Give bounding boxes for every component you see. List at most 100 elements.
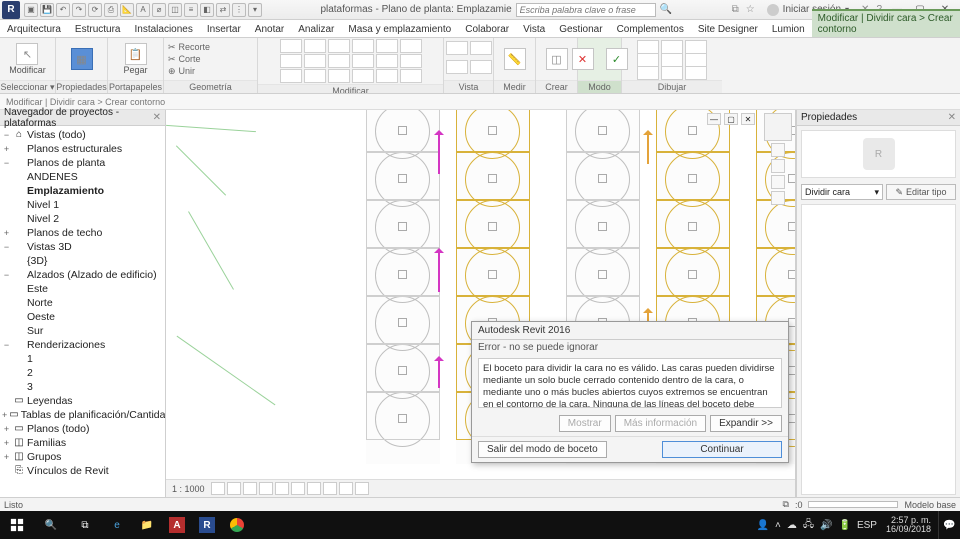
tree-node[interactable]: −⌂Vistas (todo) [0, 128, 165, 142]
tree-twisty[interactable]: − [2, 240, 11, 254]
qat-close-hidden-icon[interactable]: ◧ [200, 3, 214, 17]
tree-node[interactable]: Nivel 1 [0, 198, 165, 212]
finish-sketch-button[interactable]: ✕ [567, 48, 599, 70]
tree-twisty[interactable]: + [2, 422, 11, 436]
cut-icon[interactable]: ✂ [168, 54, 176, 65]
qat-section-icon[interactable]: ⌀ [152, 3, 166, 17]
elevation-marker[interactable] [438, 132, 440, 174]
crop-view-icon[interactable] [291, 482, 305, 495]
nav-home-icon[interactable] [771, 143, 785, 157]
subscription-icon[interactable]: ⧉ [729, 4, 742, 15]
tray-battery-icon[interactable]: 🔋 [838, 520, 850, 531]
qat-print-icon[interactable]: ⎙ [104, 3, 118, 17]
unhide-icon[interactable] [323, 482, 337, 495]
draw-more[interactable] [685, 66, 707, 80]
qat-sync-icon[interactable]: ⟳ [88, 3, 102, 17]
draw-rect[interactable] [637, 53, 659, 67]
modify-tool-17[interactable] [400, 54, 422, 68]
tree-twisty[interactable]: + [2, 450, 11, 464]
tree-twisty[interactable]: − [2, 338, 11, 352]
elevation-marker[interactable] [438, 358, 440, 388]
tree-twisty[interactable]: − [2, 156, 11, 170]
tree-node[interactable]: −Renderizaciones [0, 338, 165, 352]
tray-network-icon[interactable]: 🖧 [803, 517, 814, 534]
modify-tool-6[interactable] [304, 69, 326, 83]
tree-node[interactable]: +Planos estructurales [0, 142, 165, 156]
modify-tool-5[interactable] [304, 54, 326, 68]
visual-style-icon[interactable] [227, 482, 241, 495]
tab-gestionar[interactable]: Gestionar [552, 21, 609, 37]
tab-site-designer[interactable]: Site Designer [691, 21, 765, 37]
tab-analizar[interactable]: Analizar [291, 21, 341, 37]
canvas[interactable]: ◁▷ — ▢ ✕ Autodesk Revit 2016 Error - no … [166, 110, 795, 479]
tree-node[interactable]: +▭Planos (todo) [0, 422, 165, 436]
qat-redo-icon[interactable]: ↷ [72, 3, 86, 17]
modify-tool-7[interactable] [328, 39, 350, 53]
modify-tool-16[interactable] [400, 39, 422, 53]
tree-node[interactable]: Sur [0, 324, 165, 338]
favorite-icon[interactable]: ☆ [743, 4, 758, 15]
join-label[interactable]: Unir [179, 66, 196, 76]
type-selector[interactable]: Dividir cara▾ [801, 184, 883, 200]
dialog-expand-button[interactable]: Expandir >> [710, 415, 782, 432]
taskbar-autocad[interactable]: A [162, 511, 192, 539]
measure-button[interactable]: 📏 [499, 48, 531, 70]
modify-tool-button[interactable]: ↖Modificar [6, 43, 49, 75]
tab-insertar[interactable]: Insertar [200, 21, 248, 37]
modify-tool-2[interactable] [280, 54, 302, 68]
infocenter-icon[interactable]: 🔍 [660, 4, 672, 15]
taskbar-edge[interactable]: e [102, 511, 132, 539]
panel-title-seleccionar[interactable]: Seleccionar ▾ [0, 80, 55, 93]
tab-vista[interactable]: Vista [516, 21, 552, 37]
qat-switch-icon[interactable]: ⇄ [216, 3, 230, 17]
view-max-icon[interactable]: ▢ [724, 113, 738, 125]
taskbar-explorer[interactable]: 📁 [132, 511, 162, 539]
app-logo[interactable]: R [2, 1, 20, 19]
tab-complementos[interactable]: Complementos [610, 21, 691, 37]
tree-node[interactable]: +Planos de techo [0, 226, 165, 240]
task-view-button[interactable]: ⧉ [68, 511, 102, 539]
tree-node[interactable]: −Planos de planta [0, 156, 165, 170]
tab-colaborar[interactable]: Colaborar [458, 21, 516, 37]
tab-arquitectura[interactable]: Arquitectura [0, 21, 68, 37]
analytical-icon[interactable] [355, 482, 369, 495]
nav-pan-icon[interactable] [771, 175, 785, 189]
crop-region-icon[interactable] [307, 482, 321, 495]
modify-tool-15[interactable] [376, 69, 398, 83]
modify-tool-1[interactable] [280, 39, 302, 53]
tray-up-icon[interactable]: ˄ [775, 520, 781, 531]
qat-dropdown-icon[interactable]: ▾ [248, 3, 262, 17]
tree-node[interactable]: −Alzados (Alzado de edificio) [0, 268, 165, 282]
tray-onedrive-icon[interactable]: ☁ [787, 520, 797, 531]
join-icon[interactable]: ⊕ [168, 66, 176, 77]
qat-3d-icon[interactable]: ◫ [168, 3, 182, 17]
dialog-continue-button[interactable]: Continuar [662, 441, 782, 458]
modify-tool-14[interactable] [376, 54, 398, 68]
view-close-icon[interactable]: ✕ [741, 113, 755, 125]
tree-node[interactable]: Emplazamiento [0, 184, 165, 198]
tree-twisty[interactable]: + [2, 436, 11, 450]
modify-tool-11[interactable] [352, 54, 374, 68]
tree-node[interactable]: Nivel 2 [0, 212, 165, 226]
tree-node[interactable]: ANDENES [0, 170, 165, 184]
tab-context-modify[interactable]: Modificar | Dividir cara > Crear contorn… [812, 9, 960, 37]
properties-grid[interactable] [801, 204, 956, 495]
tree-node[interactable]: Oeste [0, 310, 165, 324]
tree-node[interactable]: 1 [0, 352, 165, 366]
tab-estructura[interactable]: Estructura [68, 21, 128, 37]
tree-node[interactable]: −Vistas 3D [0, 240, 165, 254]
detail-level-icon[interactable] [211, 482, 225, 495]
temp-hide-icon[interactable] [339, 482, 353, 495]
tree-node[interactable]: {3D} [0, 254, 165, 268]
view-scale[interactable]: 1 : 1000 [172, 484, 205, 494]
qat-save-icon[interactable]: 💾 [40, 3, 54, 17]
nav-zoom-icon[interactable] [771, 191, 785, 205]
workset-icon[interactable]: ⧉ [783, 499, 789, 510]
close-icon[interactable]: ✕ [153, 112, 161, 123]
tree-node[interactable]: ▭Leyendas [0, 394, 165, 408]
action-center-button[interactable]: 💬 [938, 511, 960, 539]
draw-ellipse[interactable] [685, 40, 707, 54]
properties-button[interactable]: ▦ [66, 48, 98, 70]
paste-button[interactable]: 📋Pegar [120, 43, 152, 75]
tree-twisty[interactable]: − [2, 268, 11, 282]
